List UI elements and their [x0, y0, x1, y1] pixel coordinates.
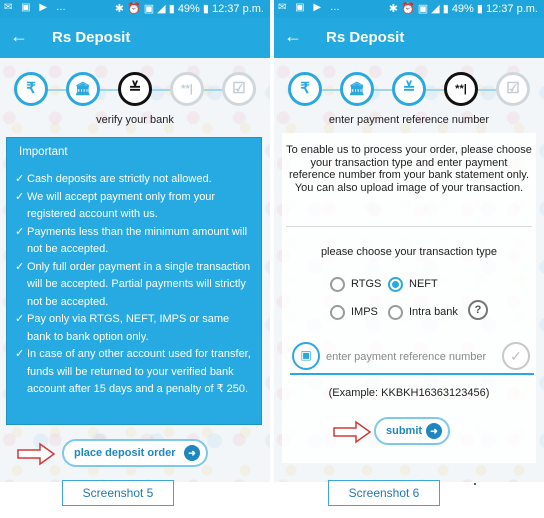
submit-button[interactable]: submit ➜: [374, 417, 450, 445]
button-label: submit: [386, 425, 423, 437]
app-bar: ← Rs Deposit: [274, 18, 544, 58]
progress-stepper: ₹ 🏛 ≚ **| ☑: [0, 72, 270, 108]
page-title: Rs Deposit: [326, 29, 405, 46]
notification-icons: ✉ ▣ ▶ …: [278, 2, 343, 13]
important-notice: Important Cash deposits are strictly not…: [6, 137, 262, 425]
radio-circle: [388, 304, 403, 320]
status-right: ✱ ⏰ ▣ ◢ ▮ 49% ▮ 12:37 p.m.: [115, 2, 264, 15]
phone-screen-5: ✉ ▣ ▶ … ✱ ⏰ ▣ ◢ ▮ 49% ▮ 12:37 p.m. ← Rs …: [0, 0, 270, 482]
step-caption: enter payment reference number: [328, 114, 490, 126]
step-complete-icon: ☑: [222, 72, 256, 106]
intro-text: To enable us to process your order, plea…: [286, 144, 532, 194]
back-arrow-icon[interactable]: ←: [10, 26, 28, 46]
step-bank-icon: 🏛: [340, 72, 374, 106]
notice-item: Only full order payment in a single tran…: [15, 259, 255, 312]
button-label: place deposit order: [74, 447, 176, 459]
clock: 12:37 p.m.: [212, 3, 264, 15]
radio-circle: [330, 304, 345, 320]
step-caption: verify your bank: [96, 114, 174, 126]
notice-item: Cash deposits are strictly not allowed.: [15, 171, 255, 189]
caption-screenshot-5: Screenshot 5: [62, 480, 174, 506]
step-complete-icon: ☑: [496, 72, 530, 106]
reference-example: (Example: KKBKH16363123456): [328, 387, 490, 399]
status-right: ✱ ⏰ ▣ ◢ ▮ 49% ▮ 12:37 p.m.: [389, 2, 538, 15]
phone-screen-6: ✉ ▣ ▶ … ✱ ⏰ ▣ ◢ ▮ 49% ▮ 12:37 p.m. ← Rs …: [274, 0, 544, 482]
clock: 12:37 p.m.: [486, 3, 538, 15]
input-underline: [290, 373, 534, 375]
battery-icon: ▮: [473, 3, 487, 15]
camera-icon[interactable]: ▣: [292, 342, 320, 370]
battery-level: 49%: [451, 3, 474, 15]
notice-item: Payments less than the minimum amount wi…: [15, 224, 255, 259]
arrow-right-icon: ➜: [426, 423, 442, 439]
battery-icon: ▮: [199, 3, 213, 15]
radio-label: Intra bank: [409, 306, 458, 318]
arrow-right-icon: ➜: [184, 445, 200, 461]
app-bar: ← Rs Deposit: [0, 18, 270, 58]
back-arrow-icon[interactable]: ←: [284, 26, 302, 46]
page-title: Rs Deposit: [52, 29, 131, 46]
notice-list: Cash deposits are strictly not allowed. …: [15, 171, 255, 399]
radio-circle-selected: [388, 276, 403, 292]
progress-stepper: ₹ 🏛 ≚ **| ☑: [274, 72, 544, 108]
radio-intra-bank[interactable]: Intra bank: [388, 304, 458, 322]
divider: [286, 226, 532, 227]
radio-imps[interactable]: IMPS: [330, 304, 378, 322]
red-arrow-icon: [17, 442, 56, 466]
radio-circle: [330, 276, 345, 292]
stray-dot: [474, 483, 476, 485]
radio-neft[interactable]: NEFT: [388, 276, 438, 294]
radio-label: NEFT: [409, 278, 438, 290]
step-verify-bank-icon: ≚: [392, 72, 426, 106]
place-deposit-order-button[interactable]: place deposit order ➜: [62, 439, 208, 467]
step-rupee-icon: ₹: [288, 72, 322, 106]
notification-icons: ✉ ▣ ▶ …: [4, 2, 69, 13]
radio-rtgs[interactable]: RTGS: [330, 276, 381, 294]
status-bar: ✉ ▣ ▶ … ✱ ⏰ ▣ ◢ ▮ 49% ▮ 12:37 p.m.: [274, 0, 544, 18]
notice-heading: Important: [19, 146, 68, 158]
reference-number-input[interactable]: [326, 348, 496, 366]
step-rupee-icon: ₹: [14, 72, 48, 106]
system-icons: ✱ ⏰ ▣ ◢ ▮: [114, 3, 178, 15]
step-reference-icon: **|: [170, 72, 204, 106]
radio-label: RTGS: [351, 278, 382, 290]
caption-screenshot-6: Screenshot 6: [328, 480, 440, 506]
step-reference-icon: **|: [444, 72, 478, 106]
notice-item: In case of any other account used for tr…: [15, 346, 255, 399]
notice-item: We will accept payment only from your re…: [15, 189, 255, 224]
screenshot-comparison: ✉ ▣ ▶ … ✱ ⏰ ▣ ◢ ▮ 49% ▮ 12:37 p.m. ← Rs …: [0, 0, 544, 518]
step-verify-bank-icon: ≚: [118, 72, 152, 106]
check-icon[interactable]: ✓: [502, 342, 530, 370]
step-bank-icon: 🏛: [66, 72, 100, 106]
transaction-type-label: please choose your transaction type: [320, 246, 498, 258]
notice-item: Pay only via RTGS, NEFT, IMPS or same ba…: [15, 311, 255, 346]
system-icons: ✱ ⏰ ▣ ◢ ▮: [388, 3, 452, 15]
battery-level: 49%: [177, 3, 200, 15]
status-bar: ✉ ▣ ▶ … ✱ ⏰ ▣ ◢ ▮ 49% ▮ 12:37 p.m.: [0, 0, 270, 18]
radio-label: IMPS: [351, 306, 378, 318]
help-icon[interactable]: ?: [468, 300, 488, 320]
red-arrow-icon: [333, 420, 372, 444]
